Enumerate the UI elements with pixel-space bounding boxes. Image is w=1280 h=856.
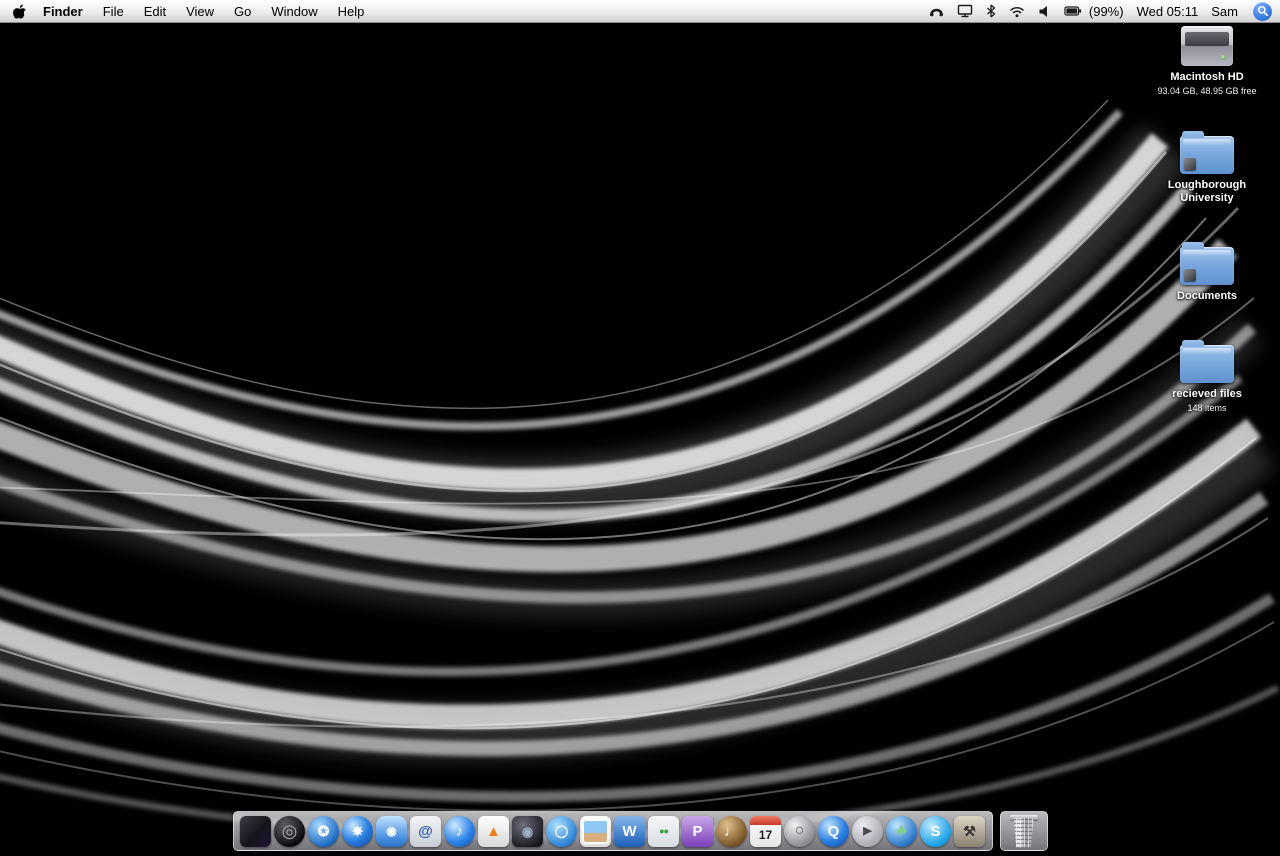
dock-item-ichat[interactable]: ◉ [375,814,409,848]
word-icon: W [614,815,645,847]
dock-item-aperture[interactable]: ◎ [273,814,307,848]
menubar: Finder File Edit View Go Window Help (99… [0,0,1280,23]
dock-item-dvd-player[interactable]: ○ [783,814,817,848]
dock-item-azureus[interactable]: ✪ [307,814,341,848]
folder-badge-icon [1184,268,1196,281]
dock-item-finder[interactable] [239,814,273,848]
desktop-wallpaper [0,0,1280,854]
desktop-icon-sublabel: 93.04 GB, 48.95 GB free [1157,85,1257,96]
google-earth-icon: ☘ [886,815,917,847]
iweb-icon: ◯ [546,815,577,847]
iphoto-icon [580,815,611,847]
menubar-status: (99%) Wed 05:11 Sam [929,0,1280,22]
ichat-icon: ◉ [376,815,407,847]
volume-icon[interactable] [1038,0,1051,22]
desktop-icon-label: Documents [1177,289,1237,302]
skype-icon: S [920,815,951,847]
folder-icon[interactable] [1180,339,1234,383]
menu-help[interactable]: Help [328,0,375,22]
toolbox-icon: ⚒ [954,815,985,847]
dock-item-word[interactable]: W [613,814,647,848]
menu-view[interactable]: View [176,0,224,22]
folder-icon[interactable] [1180,241,1234,285]
app-menu-finder[interactable]: Finder [39,0,93,22]
desktop-icon-label: Loughborough University [1167,178,1247,204]
folder-icon[interactable] [1180,130,1234,174]
dock-item-powerpoint[interactable]: P [681,814,715,848]
desktop-icon-macintosh-hd[interactable]: Macintosh HD 93.04 GB, 48.95 GB free [1148,26,1266,96]
dock-item-iphoto[interactable] [579,814,613,848]
menu-window[interactable]: Window [261,0,327,22]
dock-item-garageband[interactable]: ♩ [715,814,749,848]
phone-status-icon[interactable] [929,0,944,22]
menu-go[interactable]: Go [224,0,261,22]
dock-item-google-earth[interactable]: ☘ [885,814,919,848]
garageband-icon: ♩ [716,815,747,847]
desktop-icon-documents[interactable]: Documents [1148,241,1266,305]
desktop-icon-sublabel: 148 items [1187,402,1227,413]
dock-item-ical[interactable]: 17 [749,814,783,848]
folder-badge-icon [1184,157,1196,170]
user-menu[interactable]: Sam [1211,4,1238,19]
dvd-player-icon: ○ [784,815,815,847]
wifi-icon[interactable] [1009,0,1025,22]
dock-trash-panel [999,811,1048,851]
dock-item-itunes[interactable]: ♪ [443,814,477,848]
menubar-clock[interactable]: Wed 05:11 [1137,4,1199,19]
battery-percentage[interactable]: (99%) [1089,4,1124,19]
dock: ◎ ✪ ✵ ◉ @ ♪ ▲ ◉ ◯ W ●● [0,811,1280,851]
desktop-icon-loughborough-university[interactable]: Loughborough University [1148,130,1266,207]
desktop-icon-label: Macintosh HD [1170,71,1244,83]
trash-icon [1009,814,1038,848]
spotlight-icon[interactable] [1253,1,1272,21]
mail-icon: @ [410,815,441,847]
dock-item-idvd[interactable]: ◉ [511,814,545,848]
dock-item-front-row[interactable]: ▶ [851,814,885,848]
dock-item-messenger[interactable]: ●● [647,814,681,848]
aperture-icon: ◎ [274,815,305,847]
menu-file[interactable]: File [93,0,134,22]
vlc-icon: ▲ [478,815,509,847]
desktop-icon-label: recieved files [1172,387,1242,400]
dock-item-mail[interactable]: @ [409,814,443,848]
safari-icon: ✵ [342,815,373,847]
apple-logo-icon [13,4,26,19]
desktop-icon-column: Macintosh HD 93.04 GB, 48.95 GB free Lou… [1148,26,1266,413]
battery-icon[interactable] [1064,0,1082,22]
menu-edit[interactable]: Edit [134,0,176,22]
powerpoint-icon: P [682,815,713,847]
dock-item-toolbox[interactable]: ⚒ [953,814,987,848]
dock-item-trash[interactable] [1007,814,1041,848]
apple-menu[interactable] [0,0,39,22]
desktop-icon-recieved-files[interactable]: recieved files 148 items [1148,339,1266,413]
messenger-icon: ●● [648,815,679,847]
display-status-icon[interactable] [957,0,973,22]
bluetooth-icon[interactable] [986,0,996,22]
dock-item-vlc[interactable]: ▲ [477,814,511,848]
itunes-icon: ♪ [444,815,475,847]
front-row-icon: ▶ [852,815,883,847]
idvd-icon: ◉ [512,815,543,847]
dock-item-skype[interactable]: S [919,814,953,848]
dock-item-iweb[interactable]: ◯ [545,814,579,848]
menubar-menus: Finder File Edit View Go Window Help [0,0,374,22]
ical-icon: 17 [750,815,781,847]
dock-apps-panel: ◎ ✪ ✵ ◉ @ ♪ ▲ ◉ ◯ W ●● [232,811,993,851]
azureus-icon: ✪ [308,815,339,847]
dock-item-quicktime[interactable]: Q [817,814,851,848]
finder-icon [240,815,271,847]
quicktime-icon: Q [818,815,849,847]
hard-drive-icon[interactable] [1181,26,1233,66]
dock-item-safari[interactable]: ✵ [341,814,375,848]
